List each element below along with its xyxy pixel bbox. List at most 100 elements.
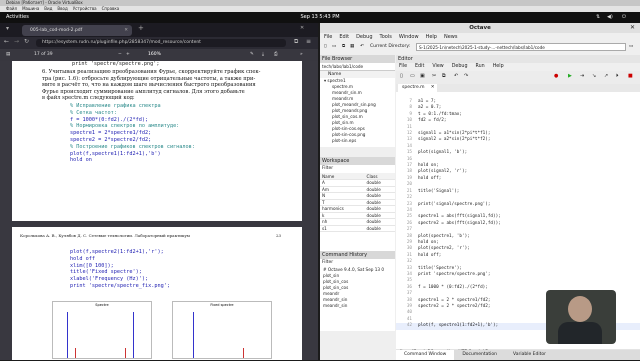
- sidebar-toggle-icon[interactable]: ▤: [6, 49, 10, 61]
- vbox-menu-item[interactable]: Файл: [6, 6, 17, 11]
- new-tab-icon[interactable]: +: [138, 24, 144, 32]
- tab-list-icon[interactable]: ▾: [6, 25, 9, 32]
- run-icon[interactable]: ▶: [568, 73, 572, 79]
- tab-title: 005-lab_cod-mod-2.pdf: [30, 28, 83, 33]
- editor-tab[interactable]: spectre.m ✕: [398, 84, 437, 92]
- vbox-menu-item[interactable]: Ввод: [57, 6, 67, 11]
- browser-tab[interactable]: 005-lab_cod-mod-2.pdf ✕: [22, 25, 132, 36]
- pdf-viewer[interactable]: print 'spectre/spectre.png'; 6. Учитывая…: [0, 61, 318, 360]
- editor-menu-item[interactable]: Run: [476, 64, 485, 69]
- page-number: 23: [276, 233, 282, 238]
- virtualbox-title: Debian [Работает] - Oracle VirtualBox: [6, 0, 83, 5]
- file-item[interactable]: plot-sin.eps: [320, 138, 395, 144]
- zoom-in-icon[interactable]: +: [126, 49, 130, 61]
- editor-menu-item[interactable]: Edit: [415, 64, 424, 69]
- open-icon[interactable]: ▭: [332, 42, 336, 52]
- close-editor-tab-icon[interactable]: ✕: [431, 84, 435, 92]
- code-text: a2 = 0.7;: [418, 105, 442, 111]
- octave-menu-item[interactable]: Help: [426, 34, 437, 40]
- page-indicator[interactable]: 17 of 39: [34, 49, 53, 61]
- octave-menu-item[interactable]: Window: [399, 34, 419, 40]
- page-footer-left: Королькова А. В., Кулябов Д. С. Сетевые …: [20, 233, 190, 238]
- column-header[interactable]: Name: [320, 71, 395, 78]
- forward-icon[interactable]: →: [14, 38, 19, 45]
- octave-menu-item[interactable]: Tools: [380, 34, 392, 40]
- tab-bar: ▾ 005-lab_cod-mod-2.pdf ✕ + ✕: [0, 23, 318, 37]
- file-browser-path[interactable]: tech/labs/lab1/code: [320, 63, 395, 71]
- redo-icon[interactable]: ↷: [464, 73, 468, 79]
- history-list: # Octave 9.4.0, Sat Sep 13 0 plot_sin plot…: [320, 267, 395, 309]
- pdf-code-line: print 'spectre/spectre.png';: [72, 61, 160, 67]
- menu-icon[interactable]: ≡: [306, 38, 311, 45]
- spectrum-peak: [125, 348, 126, 358]
- code-text: a1 = 7;: [418, 99, 437, 104]
- continue-icon[interactable]: ⏵: [616, 73, 619, 79]
- save-icon[interactable]: ⤓: [262, 49, 264, 61]
- volume-icon[interactable]: ◀): [607, 12, 613, 23]
- code-line: print 'spectre/spectre_fix.png';: [70, 282, 170, 289]
- stop-icon[interactable]: ■: [628, 73, 633, 79]
- bottom-tab-bar: Command Window Documentation Variable Edit…: [396, 350, 640, 360]
- editor-menu-item[interactable]: File: [399, 64, 407, 69]
- breakpoint-icon[interactable]: ●: [554, 73, 558, 79]
- vbox-menu-item[interactable]: Устройства: [73, 6, 97, 11]
- octave-menu-item[interactable]: Debug: [356, 34, 372, 40]
- reload-icon[interactable]: ↻: [24, 38, 29, 45]
- octave-close-icon[interactable]: ✕: [630, 24, 635, 31]
- window-close-icon[interactable]: ✕: [300, 25, 304, 31]
- address-bar[interactable]: https://esystem.rudn.ru/pluginfile.php/2…: [36, 39, 286, 47]
- bottom-tab[interactable]: Variable Editor: [505, 350, 554, 360]
- cut-icon[interactable]: ✂: [432, 73, 436, 79]
- clock[interactable]: Sep 13 5:43 PM: [0, 12, 640, 23]
- octave-menu-item[interactable]: Edit: [339, 34, 349, 40]
- editor-menu-item[interactable]: Debug: [452, 64, 468, 69]
- save-file-icon[interactable]: ▣: [420, 73, 425, 79]
- undo-icon[interactable]: ↶: [360, 42, 364, 52]
- current-dir-input[interactable]: S-1/2025-1n\netech\2025-1-study-...-nett…: [416, 43, 626, 51]
- vbox-menu-item[interactable]: Вид: [44, 6, 52, 11]
- vbox-menu-item[interactable]: Машина: [22, 6, 39, 11]
- variable-class: double: [364, 225, 395, 232]
- code-line: plot(f,spectre2(1:fd2+1),'r');: [70, 249, 164, 255]
- step-icon[interactable]: ⇥: [580, 73, 584, 79]
- extensions-icon[interactable]: ⧉: [294, 38, 298, 46]
- code-line: spectre2 = 2*spectre2/fd2;: [70, 136, 152, 143]
- octave-menu-item[interactable]: File: [324, 34, 332, 40]
- bottom-tab[interactable]: Documentation: [454, 350, 505, 360]
- code-line: % Исправление графика спектра: [70, 103, 161, 109]
- history-item[interactable]: meandr_sin: [320, 303, 395, 309]
- paste-icon[interactable]: ▦: [350, 42, 354, 52]
- new-script-icon[interactable]: ▯: [324, 42, 326, 52]
- power-icon[interactable]: ⏻: [622, 12, 626, 23]
- code-text: title('Signal');: [418, 188, 460, 194]
- code-text: hold off;: [418, 175, 442, 181]
- vbox-menu-item[interactable]: Справка: [102, 6, 120, 11]
- code-text: title('Spectre');: [418, 265, 462, 271]
- close-tab-icon[interactable]: ✕: [124, 25, 128, 36]
- draw-icon[interactable]: ✎: [250, 49, 254, 61]
- print-icon[interactable]: ⎙: [274, 49, 278, 61]
- panel-header: File Browser: [320, 55, 395, 63]
- bottom-tab[interactable]: Command Window: [396, 350, 455, 360]
- variable-name: s1: [320, 225, 365, 232]
- open-file-icon[interactable]: ▭: [410, 73, 415, 79]
- octave-menu-bar: File Edit Debug Tools Window Help News: [320, 33, 640, 42]
- zoom-out-icon[interactable]: −: [118, 49, 122, 61]
- workspace-table: Name Class Adouble Am double Ndouble Tdouble h…: [320, 173, 395, 232]
- undo-icon[interactable]: ↶: [454, 73, 458, 79]
- editor-menu-item[interactable]: Help: [493, 64, 504, 69]
- step-in-icon[interactable]: ↘: [592, 73, 596, 79]
- workspace-row[interactable]: s1 double: [320, 225, 395, 232]
- more-icon[interactable]: »: [300, 49, 303, 61]
- octave-menu-item[interactable]: News: [444, 34, 458, 40]
- zoom-level[interactable]: 160%: [148, 49, 161, 61]
- back-icon[interactable]: ←: [4, 38, 9, 45]
- step-out-icon[interactable]: ↗: [604, 73, 608, 79]
- code-line: xlabel('Frequency (Hz)');: [70, 276, 149, 283]
- editor-menu-item[interactable]: View: [432, 64, 443, 69]
- copy-icon[interactable]: ⧉: [342, 42, 345, 52]
- network-icon[interactable]: ⇅: [596, 12, 600, 23]
- folder-icon[interactable]: ▭: [629, 42, 633, 52]
- new-file-icon[interactable]: ▯: [400, 73, 403, 79]
- copy-icon[interactable]: ⧉: [442, 73, 446, 79]
